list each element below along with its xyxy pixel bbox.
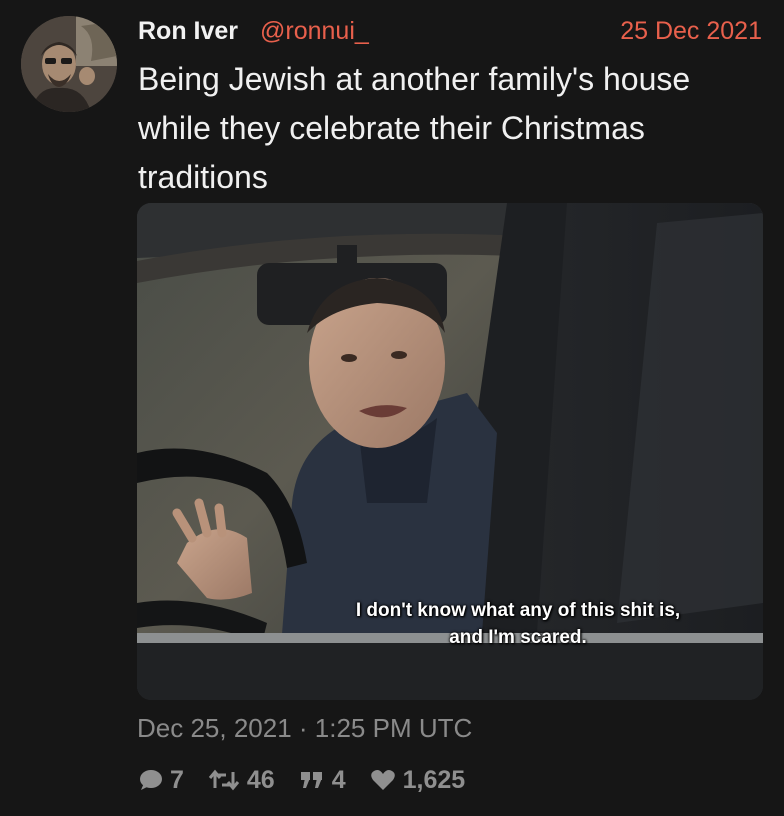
author-name[interactable]: Ron Iver	[138, 14, 238, 48]
author-handle[interactable]: @ronnui_	[260, 14, 369, 48]
avatar[interactable]	[21, 16, 117, 112]
comment-bubble-icon	[137, 768, 163, 792]
like-stat[interactable]: 1,625	[370, 765, 466, 795]
reply-stat[interactable]: 7	[137, 766, 184, 795]
media-subtitle: I don't know what any of this shit is, a…	[355, 600, 681, 648]
like-count: 1,625	[402, 765, 466, 794]
quote-count: 4	[331, 765, 346, 794]
tweet-date-link[interactable]: 25 Dec 2021	[620, 14, 762, 48]
reply-count: 7	[170, 765, 184, 794]
retweet-stat[interactable]: 46	[208, 766, 275, 795]
tweet-timestamp[interactable]: Dec 25, 2021 · 1:25 PM UTC	[137, 710, 472, 746]
tweet-header: Ron Iver @ronnui_ 25 Dec 2021	[138, 14, 762, 48]
heart-icon	[370, 768, 396, 792]
quote-stat[interactable]: 4	[299, 766, 346, 795]
tweet-stats-bar: 7 46 4 1,625	[137, 760, 465, 800]
avatar-image	[21, 16, 117, 112]
tweet-media-image[interactable]: I don't know what any of this shit is, a…	[137, 203, 763, 700]
quote-icon	[299, 768, 325, 792]
retweet-count: 46	[246, 765, 275, 794]
retweet-icon	[208, 768, 240, 792]
tweet-text: Being Jewish at another family's house w…	[138, 61, 691, 195]
